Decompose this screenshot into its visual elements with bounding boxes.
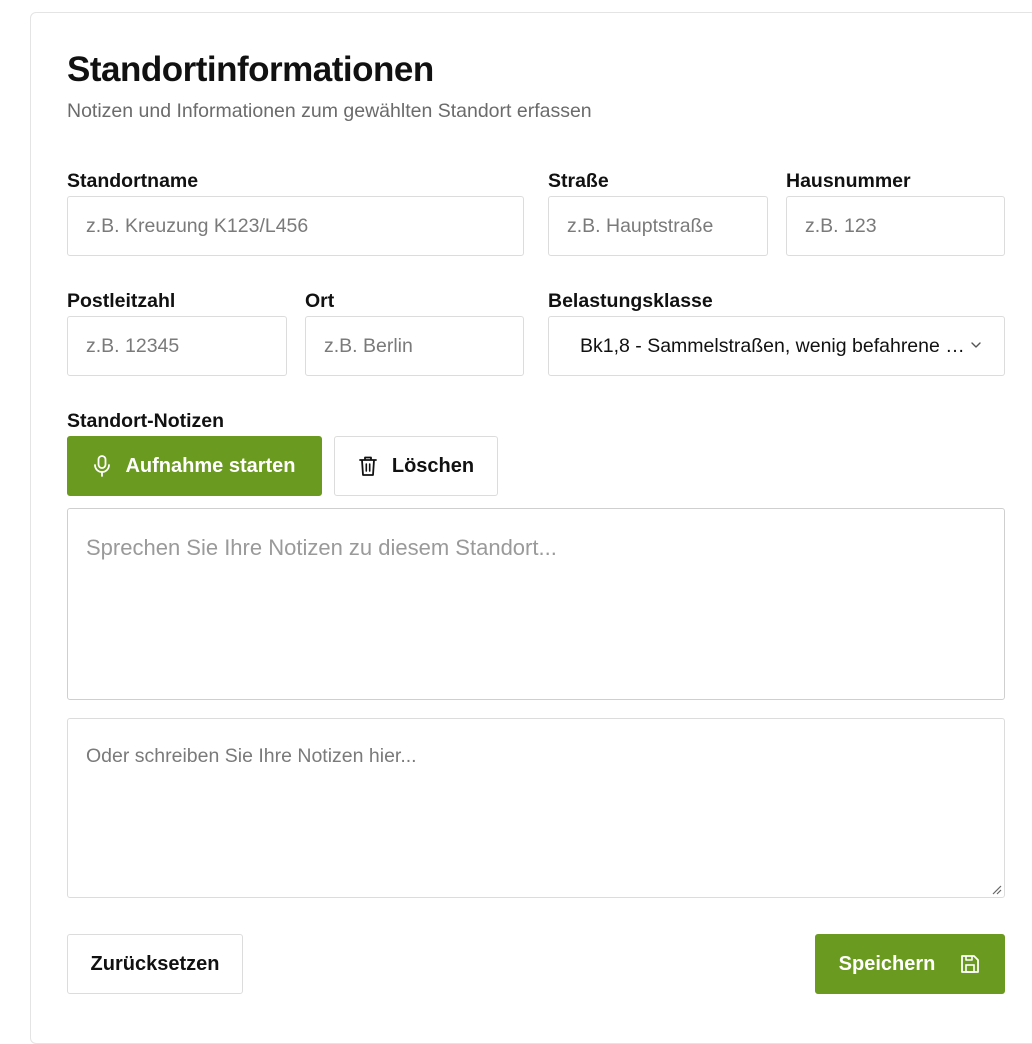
delete-button[interactable]: Löschen (334, 436, 498, 496)
delete-button-label: Löschen (391, 454, 475, 477)
standortname-input[interactable] (67, 196, 524, 256)
voice-notes-placeholder: Sprechen Sie Ihre Notizen zu diesem Stan… (86, 535, 557, 560)
record-button[interactable]: Aufnahme starten (67, 436, 322, 496)
resize-handle-icon[interactable] (990, 883, 1002, 895)
standortname-label: Standortname (67, 170, 199, 192)
page-subtitle: Notizen und Informationen zum gewählten … (67, 100, 592, 122)
strasse-label: Straße (548, 170, 609, 192)
save-button-label: Speichern (838, 952, 936, 975)
standort-notizen-label: Standort-Notizen (67, 410, 225, 432)
belastungsklasse-select[interactable]: Bk1,8 - Sammelstraßen, wenig befahrene S… (548, 316, 1005, 376)
belastungsklasse-label: Belastungsklasse (548, 290, 713, 312)
trash-icon (358, 455, 378, 477)
text-notes-textarea[interactable] (67, 718, 1005, 898)
postleitzahl-input[interactable] (67, 316, 287, 376)
page-title: Standortinformationen (67, 50, 434, 89)
voice-notes-display: Sprechen Sie Ihre Notizen zu diesem Stan… (67, 508, 1005, 700)
hausnummer-input[interactable] (786, 196, 1005, 256)
chevron-down-icon (971, 342, 981, 348)
floppy-disk-icon (959, 953, 981, 975)
strasse-input[interactable] (548, 196, 768, 256)
ort-label: Ort (305, 290, 335, 312)
reset-button-label: Zurücksetzen (90, 952, 220, 975)
postleitzahl-label: Postleitzahl (67, 290, 176, 312)
microphone-icon (93, 455, 111, 477)
hausnummer-label: Hausnummer (786, 170, 911, 192)
text-notes-wrapper (67, 718, 1005, 898)
ort-input[interactable] (305, 316, 524, 376)
record-button-label: Aufnahme starten (125, 454, 296, 477)
reset-button[interactable]: Zurücksetzen (67, 934, 243, 994)
belastungsklasse-selected-value: Bk1,8 - Sammelstraßen, wenig befahrene S… (580, 334, 972, 357)
save-button[interactable]: Speichern (815, 934, 1005, 994)
